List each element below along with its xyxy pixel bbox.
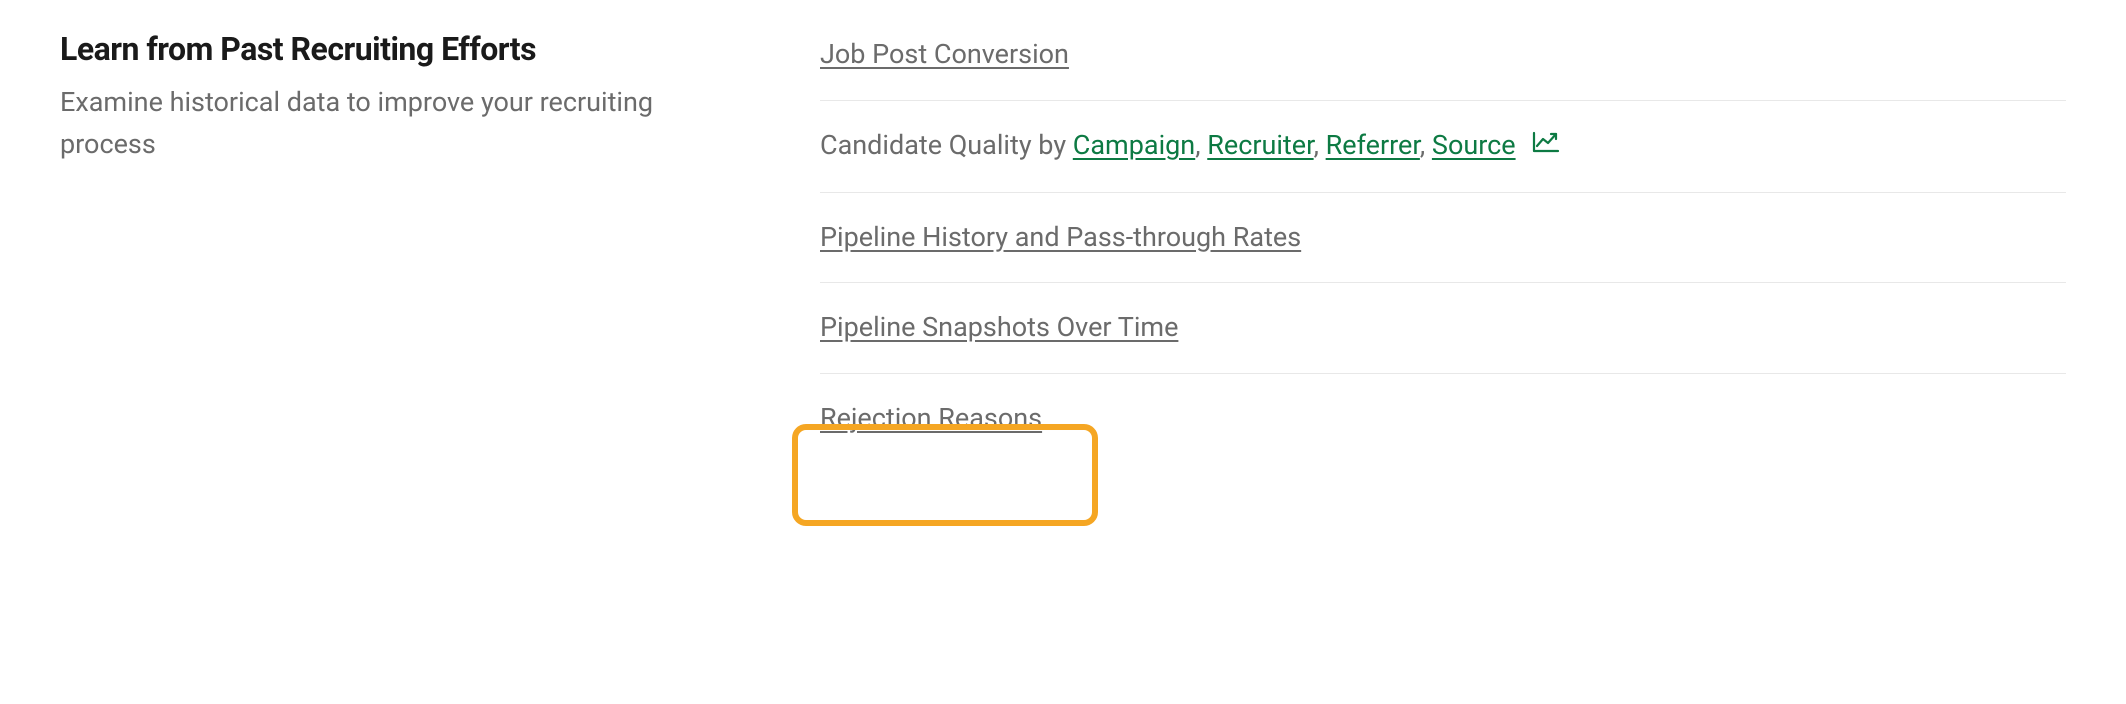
campaign-link[interactable]: Campaign: [1073, 129, 1195, 161]
list-item: Candidate Quality by Campaign, Recruiter…: [820, 101, 2066, 193]
list-item: Pipeline History and Pass-through Rates: [820, 193, 2066, 284]
candidate-quality-prefix: Candidate Quality by: [820, 129, 1073, 161]
rejection-reasons-link[interactable]: Rejection Reasons: [820, 402, 1042, 434]
pipeline-history-link[interactable]: Pipeline History and Pass-through Rates: [820, 221, 1301, 253]
job-post-conversion-link[interactable]: Job Post Conversion: [820, 38, 1069, 70]
list-item: Job Post Conversion: [820, 34, 2066, 101]
list-item: Pipeline Snapshots Over Time: [820, 283, 2066, 374]
section-title: Learn from Past Recruiting Efforts: [60, 30, 740, 68]
recruiter-link[interactable]: Recruiter: [1207, 129, 1313, 161]
referrer-link[interactable]: Referrer: [1326, 129, 1420, 161]
list-item: Rejection Reasons: [820, 374, 2066, 464]
pipeline-snapshots-link[interactable]: Pipeline Snapshots Over Time: [820, 311, 1178, 343]
section-description: Examine historical data to improve your …: [60, 82, 740, 166]
source-link[interactable]: Source: [1432, 129, 1516, 161]
chart-icon: [1532, 124, 1560, 166]
